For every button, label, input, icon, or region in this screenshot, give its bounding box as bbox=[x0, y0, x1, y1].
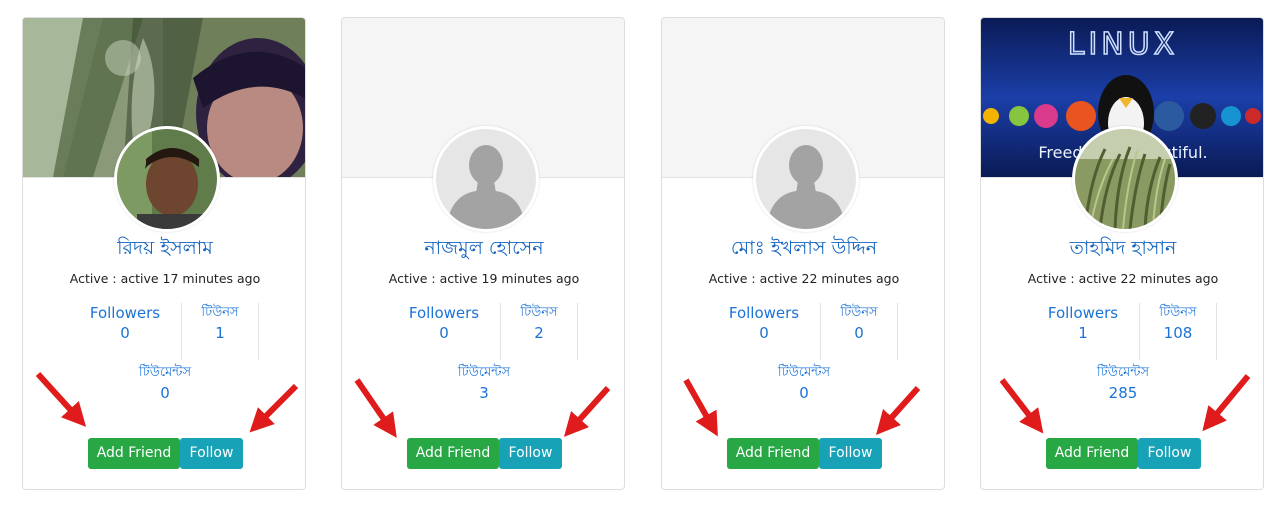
red-arrow-icon bbox=[354, 378, 397, 438]
annotation-arrows bbox=[35, 371, 1251, 438]
red-arrow-icon bbox=[249, 383, 299, 433]
red-arrow-icon bbox=[999, 378, 1044, 434]
red-arrow-icon bbox=[683, 378, 718, 437]
red-arrow-icon bbox=[563, 385, 611, 437]
red-arrow-icon bbox=[35, 371, 87, 427]
red-arrow-icon bbox=[875, 385, 921, 435]
red-arrow-icon bbox=[1202, 374, 1251, 432]
